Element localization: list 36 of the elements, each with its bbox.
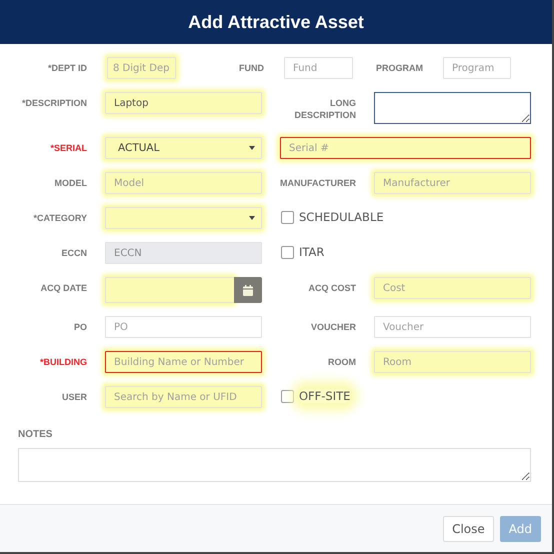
field-label: VOUCHER	[310, 321, 356, 333]
field-label: ACQ COST	[307, 282, 356, 294]
input-field[interactable]: Serial #	[280, 137, 531, 159]
field-label: ROOM	[327, 356, 356, 368]
field-label: MODEL	[54, 177, 87, 189]
checkbox-label: SCHEDULABLE	[299, 210, 384, 224]
field-label: PO	[72, 321, 87, 333]
checkbox[interactable]	[281, 390, 294, 402]
close-button[interactable]: Close	[443, 516, 494, 542]
field-label: *SERIAL	[49, 142, 87, 154]
field-label: ECCN	[60, 247, 87, 259]
input-field[interactable]: Laptop	[105, 92, 262, 114]
dialog-title: Add Attractive Asset	[188, 12, 364, 32]
notes-label: NOTES	[18, 429, 54, 440]
checkbox-label: OFF-SITE	[299, 389, 350, 403]
checkbox-label: ITAR	[299, 245, 324, 259]
field-label: FUND	[238, 62, 264, 75]
field-label: *DEPT ID	[46, 62, 87, 75]
field-label: USER	[60, 391, 87, 403]
field-label: ACQ DATE	[40, 282, 87, 294]
checkbox[interactable]	[281, 246, 294, 258]
field-label: *CATEGORY	[32, 212, 87, 224]
field-label: *DESCRIPTION	[20, 97, 87, 109]
text-area[interactable]	[374, 92, 531, 124]
field-label: PROGRAM	[375, 62, 423, 75]
calendar-icon	[243, 284, 253, 296]
field-label: *BUILDING	[39, 356, 87, 368]
calendar-button[interactable]	[234, 277, 262, 303]
input-field[interactable]: Building Name or Number	[105, 351, 262, 373]
field-label: LONG DESCRIPTION	[293, 97, 356, 121]
notes-field[interactable]	[18, 448, 531, 482]
caret-icon	[249, 146, 255, 150]
caret-icon	[249, 216, 255, 220]
dropdown[interactable]: ACTUAL	[105, 137, 262, 159]
checkbox[interactable]	[281, 210, 294, 224]
field-label: MANUFACTURER	[280, 177, 356, 189]
